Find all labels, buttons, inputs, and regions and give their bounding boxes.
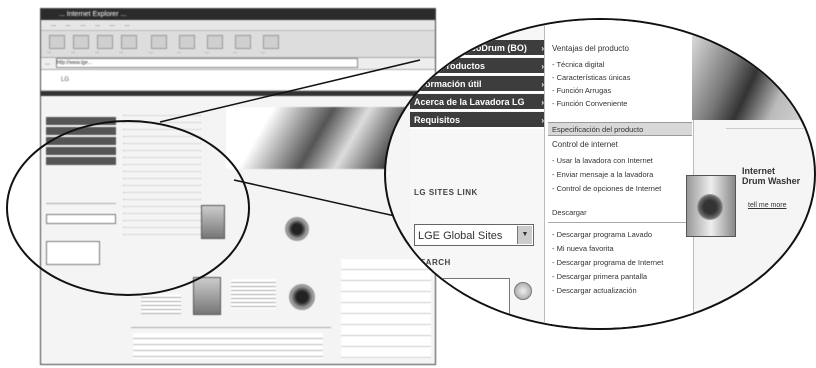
search-input[interactable] [414, 278, 510, 318]
window-title: ... Internet Explorer ... [41, 9, 435, 20]
submenu-item[interactable]: - Descargar programa de Internet [552, 258, 663, 267]
menu-item[interactable]: ... [95, 22, 100, 28]
submenu-heading: Control de internet [552, 140, 618, 149]
stop-button[interactable]: ... [95, 35, 113, 55]
submenu-item[interactable]: - Descargar actualización [552, 286, 637, 295]
browser-toolbar: ... ... ... ... ... ... ... ... ... [41, 31, 435, 58]
address-label: ... [45, 60, 51, 67]
menu-bar: ... ... ... ... ... ... [41, 20, 435, 31]
home-button[interactable]: ... [149, 35, 167, 55]
divider [726, 128, 814, 129]
nav-item-acerca-de[interactable]: Acerca de la Lavadora LG › [410, 94, 550, 111]
submenu-item[interactable]: - Función Conveniente [552, 99, 627, 108]
mini-washer-drum [289, 284, 315, 310]
divider [131, 327, 331, 328]
search-go-button[interactable] [514, 282, 532, 300]
site-logo: LG [41, 70, 435, 91]
mail-button[interactable]: ... [261, 35, 279, 55]
sites-select[interactable]: LGE Global Sites ▼ [414, 224, 534, 246]
menu-item[interactable]: ... [124, 22, 129, 28]
divider [548, 222, 692, 223]
submenu-spec-header[interactable]: Especificación del producto [548, 122, 692, 136]
nav-item-otros-productos[interactable]: Otros Productos › [410, 58, 550, 75]
mini-text-block [141, 294, 181, 314]
search-button[interactable]: ... [177, 35, 195, 55]
mini-news-list [133, 333, 323, 359]
zoom-callout: Lavadora TurboDrum (BO) › Otros Productos… [384, 18, 816, 330]
submenu-item[interactable]: - Función Arrugas [552, 86, 611, 95]
search-heading: SEARCH [414, 258, 451, 267]
highlight-ellipse [6, 120, 250, 296]
hero-banner-image [692, 20, 814, 120]
back-button[interactable]: ... [47, 35, 65, 55]
history-button[interactable]: ... [233, 35, 251, 55]
nav-item-lavadora-turbodrum[interactable]: Lavadora TurboDrum (BO) › [410, 40, 550, 57]
promo-title: Internet Drum Washer [742, 166, 801, 186]
forward-button[interactable]: ... [71, 35, 89, 55]
mini-text-block [231, 279, 276, 309]
menu-item[interactable]: ... [51, 22, 56, 28]
nav-item-requisitos[interactable]: Requisitos › [410, 112, 550, 129]
submenu-item[interactable]: - Descargar programa Lavado [552, 230, 652, 239]
nav-item-informacion-util[interactable]: Información útil › [410, 76, 550, 93]
refresh-button[interactable]: ... [119, 35, 137, 55]
submenu-download-header[interactable]: Descargar [548, 206, 692, 220]
submenu-heading: Ventajas del producto [552, 44, 629, 53]
favorites-button[interactable]: ... [205, 35, 223, 55]
submenu-item[interactable]: - Técnica digital [552, 60, 604, 69]
address-input[interactable]: http://www.lge... [55, 58, 358, 68]
tell-me-more-link[interactable]: tell me more [748, 202, 787, 209]
address-bar: ... http://www.lge... [41, 58, 435, 70]
sites-link-heading: LG SITES LINK [414, 188, 478, 197]
mini-washer-image [193, 277, 221, 315]
menu-item[interactable]: ... [66, 22, 71, 28]
menu-item[interactable]: ... [110, 22, 115, 28]
submenu-item[interactable]: - Características únicas [552, 73, 630, 82]
menu-item[interactable]: ... [80, 22, 85, 28]
site-header-bar [41, 91, 435, 96]
chevron-down-icon: ▼ [517, 226, 532, 244]
submenu-item[interactable]: - Usar la lavadora con Internet [552, 156, 653, 165]
mini-washer-drum [285, 217, 309, 241]
submenu-item[interactable]: - Mi nueva favorita [552, 244, 614, 253]
submenu-item[interactable]: - Enviar mensaje a la lavadora [552, 170, 653, 179]
submenu-item[interactable]: - Control de opciones de Internet [552, 184, 661, 193]
submenu-item[interactable]: - Descargar primera pantalla [552, 272, 647, 281]
washer-product-image [686, 175, 736, 237]
